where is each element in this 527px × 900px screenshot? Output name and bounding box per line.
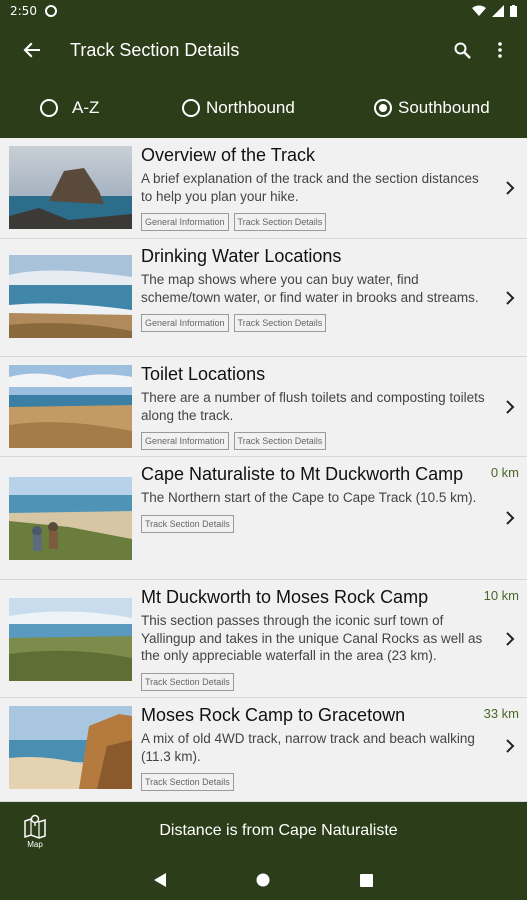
search-button[interactable] xyxy=(443,22,481,78)
system-nav-bar xyxy=(0,860,527,900)
list-item[interactable]: Drinking Water Locations The map shows w… xyxy=(0,239,527,357)
chevron-right-icon xyxy=(506,632,515,646)
item-text: Cape Naturaliste to Mt Duckworth Camp Th… xyxy=(141,463,476,533)
notification-icon xyxy=(44,5,57,17)
nav-back-icon[interactable] xyxy=(154,873,166,887)
item-description: The map shows where you can buy water, f… xyxy=(141,272,479,305)
item-thumbnail xyxy=(9,477,132,560)
map-button[interactable]: Map xyxy=(0,802,70,860)
sort-options: A-Z Northbound Southbound xyxy=(0,78,527,138)
item-title: Overview of the Track xyxy=(141,145,316,165)
list-item[interactable]: Overview of the Track A brief explanatio… xyxy=(0,138,527,239)
item-title: Toilet Locations xyxy=(141,364,266,384)
item-description: A brief explanation of the track and the… xyxy=(141,171,479,204)
tag-track-section-details: Track Section Details xyxy=(233,314,327,332)
status-time: 2:50 xyxy=(10,4,37,18)
item-thumbnail xyxy=(9,598,132,681)
item-thumbnail xyxy=(9,255,132,338)
item-tags: Track Section Details xyxy=(141,672,493,691)
tag-track-section-details: Track Section Details xyxy=(233,213,327,231)
radio-southbound[interactable]: Southbound xyxy=(374,98,490,118)
wifi-icon xyxy=(472,5,486,16)
item-text: Moses Rock Camp to Gracetown A mix of ol… xyxy=(141,704,493,791)
list-item[interactable]: Moses Rock Camp to Gracetown A mix of ol… xyxy=(0,698,527,802)
section-list: Overview of the Track A brief explanatio… xyxy=(0,138,527,802)
distance-footer-text: Distance is from Cape Naturaliste xyxy=(159,822,398,839)
radio-northbound[interactable]: Northbound xyxy=(182,98,295,118)
nav-home-icon[interactable] xyxy=(256,873,270,887)
app-bar: Track Section Details xyxy=(0,22,527,78)
item-text: Overview of the Track A brief explanatio… xyxy=(141,144,493,231)
item-text: Drinking Water Locations The map shows w… xyxy=(141,245,493,332)
overflow-menu-button[interactable] xyxy=(481,22,519,78)
item-tags: General Information Track Section Detail… xyxy=(141,314,493,332)
item-thumbnail xyxy=(9,706,132,789)
radio-a-z-label: A-Z xyxy=(72,98,100,117)
battery-icon xyxy=(510,5,517,17)
more-vert-icon xyxy=(498,42,502,58)
radio-southbound-circle xyxy=(374,99,392,117)
page-title: Track Section Details xyxy=(70,39,240,60)
item-description: A mix of old 4WD track, narrow track and… xyxy=(141,731,475,764)
chevron-right-icon xyxy=(506,739,515,753)
back-button[interactable] xyxy=(0,22,64,78)
status-bar: 2:50 xyxy=(0,0,527,22)
signal-icon xyxy=(492,5,504,17)
search-icon xyxy=(454,42,471,59)
item-distance: 10 km xyxy=(483,588,519,603)
chevron-right-icon xyxy=(506,291,515,305)
radio-northbound-circle xyxy=(182,99,200,117)
tag-track-section-details: Track Section Details xyxy=(141,672,234,691)
tag-track-section-details: Track Section Details xyxy=(233,432,327,450)
map-icon xyxy=(24,814,46,839)
arrow-back-icon xyxy=(23,42,40,58)
item-description: This section passes through the iconic s… xyxy=(141,613,483,663)
list-item[interactable]: Mt Duckworth to Moses Rock Camp This sec… xyxy=(0,580,527,698)
radio-a-z-circle xyxy=(40,99,58,117)
tag-track-section-details: Track Section Details xyxy=(141,773,234,791)
item-tags: Track Section Details xyxy=(141,773,493,791)
tag-general-information: General Information xyxy=(141,432,229,450)
radio-a-z[interactable]: A-Z xyxy=(40,98,99,118)
bottom-bar: Map Distance is from Cape Naturaliste xyxy=(0,802,527,860)
item-description: There are a number of flush toilets and … xyxy=(141,390,485,423)
item-title: Mt Duckworth to Moses Rock Camp xyxy=(141,587,429,607)
item-tags: Track Section Details xyxy=(141,514,467,533)
chevron-right-icon xyxy=(506,511,515,525)
item-title: Drinking Water Locations xyxy=(141,246,342,266)
nav-recents-icon[interactable] xyxy=(360,873,373,887)
item-distance: 33 km xyxy=(483,706,519,721)
chevron-right-icon xyxy=(506,181,515,195)
radio-northbound-label: Northbound xyxy=(206,98,295,117)
item-title: Moses Rock Camp to Gracetown xyxy=(141,705,406,725)
item-thumbnail xyxy=(9,365,132,448)
list-item[interactable]: Toilet Locations There are a number of f… xyxy=(0,357,527,457)
radio-southbound-label: Southbound xyxy=(398,98,490,117)
tag-general-information: General Information xyxy=(141,314,229,332)
item-distance: 0 km xyxy=(490,465,519,480)
item-title: Cape Naturaliste to Mt Duckworth Camp xyxy=(141,464,464,484)
item-tags: General Information Track Section Detail… xyxy=(141,213,493,231)
item-tags: General Information Track Section Detail… xyxy=(141,432,493,450)
item-text: Mt Duckworth to Moses Rock Camp This sec… xyxy=(141,586,493,691)
item-description: The Northern start of the Cape to Cape T… xyxy=(141,490,477,505)
list-item[interactable]: Cape Naturaliste to Mt Duckworth Camp Th… xyxy=(0,457,527,580)
tag-track-section-details: Track Section Details xyxy=(141,514,234,533)
map-button-label: Map xyxy=(27,840,43,849)
chevron-right-icon xyxy=(506,400,515,414)
tag-general-information: General Information xyxy=(141,213,229,231)
item-thumbnail xyxy=(9,146,132,229)
status-icons xyxy=(472,5,517,17)
item-text: Toilet Locations There are a number of f… xyxy=(141,363,493,450)
